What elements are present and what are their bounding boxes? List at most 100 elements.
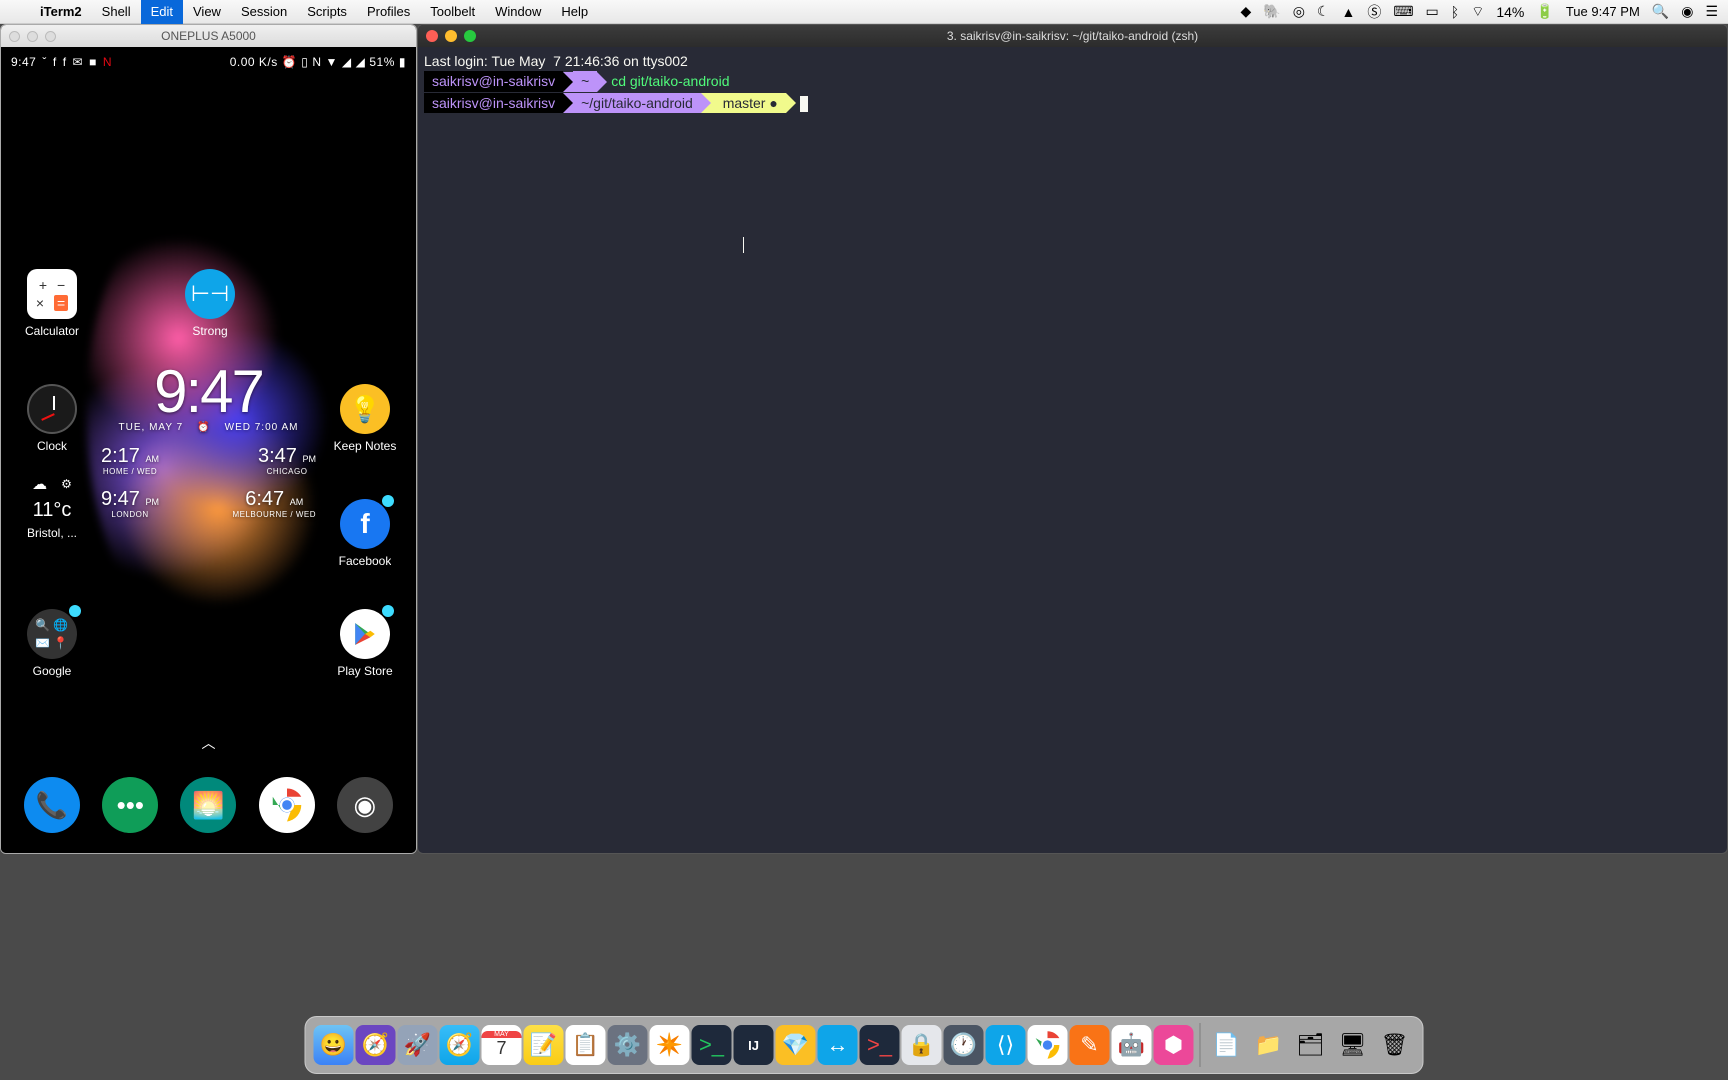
tray-postgres-icon[interactable]: 🐘 xyxy=(1263,3,1280,20)
gear-icon[interactable]: ⚙ xyxy=(61,477,72,491)
tray-wifi-icon[interactable]: ⌔ xyxy=(1471,3,1484,21)
menu-view[interactable]: View xyxy=(183,0,231,24)
dock-folder-4[interactable]: 🖥 xyxy=(1333,1025,1373,1065)
dock-android-studio[interactable]: 🤖 xyxy=(1112,1025,1152,1065)
dock-launchpad[interactable]: 🚀 xyxy=(398,1025,438,1065)
clock-widget[interactable]: 9:47 TUE, MAY 7 ⏰ WED 7:00 AM 2:17 AMHOM… xyxy=(101,357,316,519)
trash-icon: 🗑 xyxy=(1381,1032,1409,1058)
dock-safari-tech[interactable]: 🧭 xyxy=(356,1025,396,1065)
tray-display-icon[interactable]: ▭ xyxy=(1426,3,1439,20)
iterm-titlebar[interactable]: 3. saikrisv@in-saikrisv: ~/git/taiko-and… xyxy=(418,25,1727,47)
cloud-icon: ☁ xyxy=(32,475,47,493)
tray-keyboard-icon[interactable]: ⌨ xyxy=(1393,3,1413,20)
menu-scripts[interactable]: Scripts xyxy=(297,0,357,24)
vscode-icon: ⟨⟩ xyxy=(997,1032,1014,1058)
dock-chrome[interactable] xyxy=(1028,1025,1068,1065)
dumbbell-icon: ⊢⊣ xyxy=(191,281,229,307)
dock-intellij[interactable]: IJ xyxy=(734,1025,774,1065)
dock-trash[interactable]: 🗑 xyxy=(1375,1025,1415,1065)
tray-moon-icon[interactable]: ☾ xyxy=(1317,3,1330,20)
app-label: Keep Notes xyxy=(334,439,397,453)
folder-icon: 🖥 xyxy=(1339,1032,1367,1058)
terminal-cursor xyxy=(800,96,808,112)
tray-s-icon[interactable]: Ⓢ xyxy=(1367,2,1381,22)
clock-icon: 🕐 xyxy=(950,1032,977,1058)
tray-bluetooth-icon[interactable]: ᛒ xyxy=(1451,4,1459,20)
finder-icon: 😀 xyxy=(320,1032,347,1058)
tray-battery-icon[interactable]: 🔋 xyxy=(1536,3,1553,20)
menu-help[interactable]: Help xyxy=(551,0,598,24)
emulator-title: ONEPLUS A5000 xyxy=(161,29,256,43)
iterm-min-button[interactable] xyxy=(445,30,457,42)
dock-slack[interactable]: ✴️ xyxy=(650,1025,690,1065)
menu-edit[interactable]: Edit xyxy=(141,0,183,24)
cal-day: 7 xyxy=(496,1038,506,1059)
photo-icon: 🌅 xyxy=(192,790,224,821)
app-play-store[interactable]: Play Store xyxy=(326,609,404,678)
tray-spotlight-icon[interactable]: 🔍 xyxy=(1652,3,1669,20)
menu-toolbelt[interactable]: Toolbelt xyxy=(420,0,485,24)
app-clock[interactable]: Clock xyxy=(13,384,91,453)
term-icon: >_ xyxy=(867,1032,892,1058)
macos-dock: 😀 🧭 🚀 🧭 MAY 7 📝 📋 ⚙️ ✴️ >_ IJ 💎 ↔ >_ 🔒 🕐… xyxy=(305,1016,1424,1074)
dock-vscode[interactable]: ⟨⟩ xyxy=(986,1025,1026,1065)
dock-folder-3[interactable]: 🗂 xyxy=(1291,1025,1331,1065)
dock-calendar[interactable]: MAY 7 xyxy=(482,1025,522,1065)
dock-folder-2[interactable]: 📁 xyxy=(1249,1025,1289,1065)
dock-preferences[interactable]: ⚙️ xyxy=(608,1025,648,1065)
terminal-area[interactable]: Last login: Tue May 7 21:46:36 on ttys00… xyxy=(418,47,1727,118)
dock-sketch[interactable]: 💎 xyxy=(776,1025,816,1065)
emulator-max-button[interactable] xyxy=(45,31,56,42)
app-drawer-handle[interactable]: ︿ xyxy=(202,733,216,753)
app-label: Calculator xyxy=(25,324,79,338)
menubar-clock[interactable]: Tue 9:47 PM xyxy=(1566,4,1640,19)
app-google-folder[interactable]: 🔍🌐 ✉️📍 Google xyxy=(13,609,91,678)
emulator-close-button[interactable] xyxy=(9,31,20,42)
dock-postman[interactable]: ✎ xyxy=(1070,1025,1110,1065)
chrome-icon xyxy=(1033,1030,1063,1060)
lock-icon: 🔒 xyxy=(908,1032,935,1058)
dock-folder-1[interactable]: 📄 xyxy=(1207,1025,1247,1065)
dock-iterm[interactable]: >_ xyxy=(692,1025,732,1065)
iterm-close-button[interactable] xyxy=(426,30,438,42)
iterm-max-button[interactable] xyxy=(464,30,476,42)
dock-reminders[interactable]: 📋 xyxy=(566,1025,606,1065)
app-keep-notes[interactable]: 💡 Keep Notes xyxy=(326,384,404,453)
dock-camera[interactable]: ◉ xyxy=(337,777,393,833)
tray-notifications-icon[interactable]: ☰ xyxy=(1705,3,1718,20)
menu-profiles[interactable]: Profiles xyxy=(357,0,420,24)
folder-icon: 🗂 xyxy=(1297,1032,1325,1058)
weather-widget[interactable]: ☁ ⚙ 11°c Bristol, ... xyxy=(13,475,91,540)
dock-phone[interactable]: 📞 xyxy=(24,777,80,833)
app-strong[interactable]: ⊢⊣ Strong xyxy=(171,269,249,338)
camera-icon: ◉ xyxy=(354,790,377,821)
menu-window[interactable]: Window xyxy=(485,0,551,24)
tray-adobe-icon[interactable]: ▲ xyxy=(1341,4,1355,20)
dock-1password[interactable]: 🔒 xyxy=(902,1025,942,1065)
tray-siri-icon[interactable]: ◉ xyxy=(1681,3,1693,20)
dock-messages[interactable]: ••• xyxy=(102,777,158,833)
app-facebook[interactable]: f Facebook xyxy=(326,499,404,568)
safari-icon: 🧭 xyxy=(446,1032,473,1058)
menu-shell[interactable]: Shell xyxy=(92,0,141,24)
emulator-titlebar[interactable]: ONEPLUS A5000 xyxy=(1,25,416,47)
dock-timemachine[interactable]: 🕐 xyxy=(944,1025,984,1065)
menu-session[interactable]: Session xyxy=(231,0,297,24)
dock-genymotion[interactable]: ⬢ xyxy=(1154,1025,1194,1065)
dock-chrome[interactable] xyxy=(259,777,315,833)
tray-docker-icon[interactable]: ◆ xyxy=(1240,3,1251,20)
tray-circle-icon[interactable]: ◎ xyxy=(1293,3,1305,20)
dock-notes[interactable]: 📝 xyxy=(524,1025,564,1065)
android-screen[interactable]: 9:47 ˇ f f ✉ ■ N 0.00 K/s ⏰ ▯ N ▼ ◢ ◢ 51… xyxy=(1,47,416,853)
dock-photos[interactable]: 🌅 xyxy=(180,777,236,833)
big-clock: 9:47 xyxy=(101,357,316,426)
app-name-menu[interactable]: iTerm2 xyxy=(30,0,92,24)
emulator-min-button[interactable] xyxy=(27,31,38,42)
tray-battery-pct[interactable]: 14% xyxy=(1496,4,1524,20)
dock-terminal[interactable]: >_ xyxy=(860,1025,900,1065)
iterm-window: 3. saikrisv@in-saikrisv: ~/git/taiko-and… xyxy=(417,24,1728,854)
dock-teamviewer[interactable]: ↔ xyxy=(818,1025,858,1065)
app-calculator[interactable]: +− ×= Calculator xyxy=(13,269,91,338)
dock-finder[interactable]: 😀 xyxy=(314,1025,354,1065)
dock-safari[interactable]: 🧭 xyxy=(440,1025,480,1065)
